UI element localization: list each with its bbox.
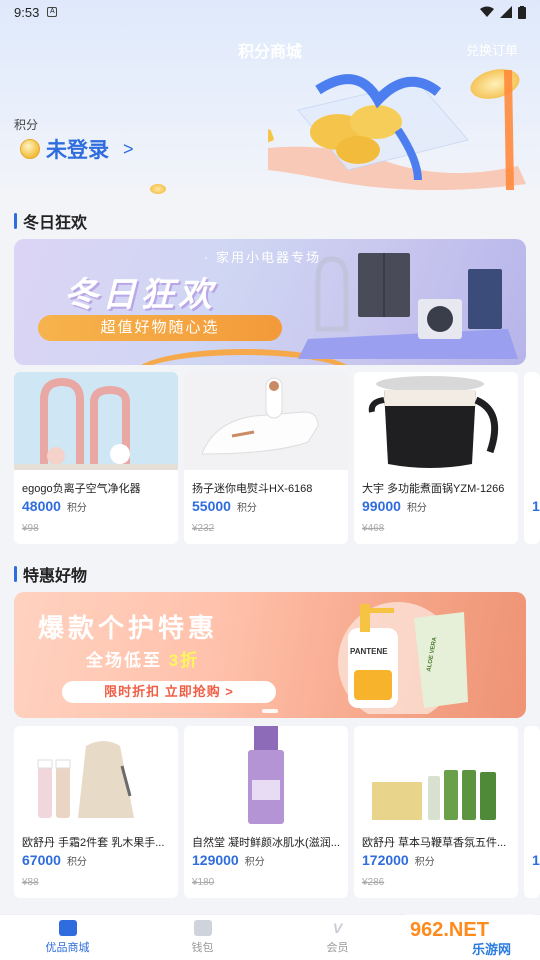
- personal-care-image: PANTENE ALOE VERA: [338, 602, 468, 714]
- status-right: [480, 5, 526, 19]
- banner-pill: 超值好物随心选: [38, 315, 282, 341]
- appliances-image: [298, 253, 518, 359]
- points-unit: 积分: [66, 857, 87, 868]
- watermark-brand: 962.NET: [410, 919, 489, 941]
- gift-hand-illustration: [268, 70, 526, 190]
- points-unit: 积分: [236, 503, 257, 514]
- product-image: [354, 372, 518, 470]
- status-time: 9:53: [14, 4, 40, 20]
- original-price: ¥98: [22, 523, 39, 534]
- banner-headline: 冬日狂欢: [64, 276, 216, 314]
- points-label: 积分: [14, 118, 39, 132]
- banner-sub-highlight: 3折: [168, 651, 200, 670]
- notification-app-icon: A: [47, 7, 58, 17]
- exchange-orders-link[interactable]: 兑换订单: [466, 40, 518, 59]
- status-bar: 9:53 A: [0, 0, 540, 24]
- carousel-indicator: [262, 709, 278, 713]
- section-accent-bar: [14, 566, 17, 582]
- coin-icon: [20, 139, 40, 159]
- original-price: ¥88: [22, 877, 39, 888]
- banner-subtitle: 全场低至 3折: [86, 646, 199, 671]
- product-name: 大宇 多功能煮面锅YZM-1266: [362, 483, 505, 495]
- product-card-partial[interactable]: 1: [524, 726, 540, 898]
- signal-icon: [500, 6, 512, 18]
- product-card-partial[interactable]: 1: [524, 372, 540, 544]
- banner-headline: 爆款个护特惠: [38, 613, 219, 643]
- section-title-text: 特惠好物: [23, 568, 88, 585]
- product-image: [184, 726, 348, 824]
- wifi-icon: [480, 6, 494, 17]
- product-card[interactable]: 欧舒丹 手霜2件套 乳木果手... 67000 积分 ¥88: [14, 726, 178, 898]
- original-price: ¥232: [192, 523, 215, 534]
- points-value: 129000: [192, 852, 239, 868]
- points-unit: 积分: [66, 503, 87, 514]
- product-card[interactable]: 欧舒丹 草本马鞭草香氛五件... 172000 积分 ¥286: [354, 726, 518, 898]
- product-card[interactable]: 扬子迷你电熨斗HX-6168 55000 积分 ¥232: [184, 372, 348, 544]
- page-title: 积分商城: [237, 44, 302, 61]
- login-text: 未登录: [46, 139, 109, 162]
- product-points: 99000 积分: [362, 498, 427, 514]
- nav-item-wallet[interactable]: 钱包: [135, 915, 270, 960]
- battery-icon: [518, 5, 526, 19]
- product-name: 自然堂 凝时鲜颜冰肌水(滋润...: [192, 837, 340, 849]
- nav-label: 优品商城: [45, 942, 90, 954]
- login-link[interactable]: 未登录 >: [20, 134, 134, 164]
- product-points: 48000 积分: [22, 498, 87, 514]
- points-unit: 积分: [414, 857, 435, 868]
- deals-products-row: 欧舒丹 手霜2件套 乳木果手... 67000 积分 ¥88 自然堂 凝时鲜颜冰肌…: [14, 726, 540, 898]
- product-card[interactable]: 自然堂 凝时鲜颜冰肌水(滋润... 129000 积分 ¥180: [184, 726, 348, 898]
- product-name: 欧舒丹 草本马鞭草香氛五件...: [362, 837, 507, 849]
- points-value: 99000: [362, 498, 401, 514]
- product-card[interactable]: 大宇 多功能煮面锅YZM-1266 99000 积分 ¥468: [354, 372, 518, 544]
- banner-sub-prefix: 全场低至: [86, 651, 162, 670]
- product-image: [184, 372, 348, 470]
- product-card[interactable]: egogo负离子空气净化器 48000 积分 ¥98: [14, 372, 178, 544]
- product-points: 67000 积分: [22, 852, 87, 868]
- product-points: 172000 积分: [362, 852, 435, 868]
- points-value: 67000: [22, 852, 61, 868]
- product-points: 1: [532, 498, 540, 514]
- original-price: ¥468: [362, 523, 385, 534]
- original-price: ¥286: [362, 877, 385, 888]
- nav-label: 钱包: [191, 942, 214, 954]
- section-title-deals: 特惠好物: [14, 562, 87, 586]
- product-points: 1: [532, 852, 540, 868]
- shop-icon: [58, 920, 77, 936]
- points-value: 172000: [362, 852, 409, 868]
- product-points: 55000 积分: [192, 498, 257, 514]
- nav-item-member[interactable]: V 会员: [270, 915, 405, 960]
- deals-banner[interactable]: 爆款个护特惠 全场低至 3折 限时折扣 立即抢购 > PANTENE ALOE …: [14, 592, 526, 718]
- product-image: [14, 726, 178, 824]
- watermark-logo: 962.NET 乐游网: [402, 914, 538, 958]
- section-title-text: 冬日狂欢: [23, 215, 88, 232]
- points-unit: 积分: [244, 857, 265, 868]
- wallet-icon: [193, 920, 212, 936]
- product-points: 129000 积分: [192, 852, 265, 868]
- points-value: 48000: [22, 498, 61, 514]
- winter-banner[interactable]: · 家用小电器专场 · 冬日狂欢 超值好物随心选: [14, 239, 526, 365]
- product-name: 扬子迷你电熨斗HX-6168: [192, 483, 313, 495]
- coin-decoration: [150, 184, 166, 194]
- vip-icon: V: [332, 920, 343, 936]
- original-price: ¥180: [192, 877, 215, 888]
- banner-pill: 限时折扣 立即抢购 >: [62, 681, 276, 703]
- points-unit: 积分: [406, 503, 427, 514]
- top-bar: 积分商城 兑换订单: [0, 34, 540, 64]
- product-image: [14, 372, 178, 470]
- chevron-right-icon: >: [123, 138, 134, 159]
- section-accent-bar: [14, 213, 17, 229]
- product-image: [354, 726, 518, 824]
- nav-label: 会员: [326, 942, 349, 954]
- nav-item-mall[interactable]: 优品商城: [0, 915, 135, 960]
- product-name: 欧舒丹 手霜2件套 乳木果手...: [22, 837, 165, 849]
- brand-label: PANTENE: [350, 647, 388, 656]
- watermark-sub: 乐游网: [472, 942, 511, 958]
- product-name: egogo负离子空气净化器: [22, 483, 141, 495]
- points-value: 55000: [192, 498, 231, 514]
- section-title-winter: 冬日狂欢: [14, 209, 87, 233]
- winter-products-row: egogo负离子空气净化器 48000 积分 ¥98 扬子迷你电熨斗HX-6168…: [14, 372, 540, 544]
